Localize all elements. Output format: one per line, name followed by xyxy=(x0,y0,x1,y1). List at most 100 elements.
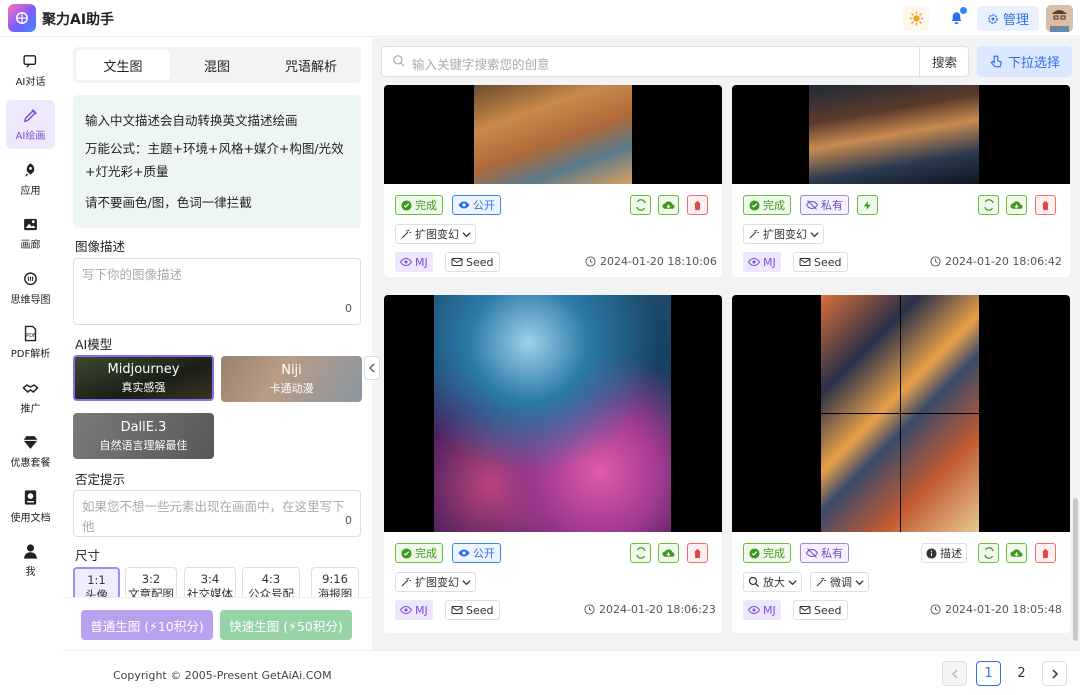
gallery-scrollbar[interactable] xyxy=(1073,498,1078,641)
sidebar: AI对话 AI绘画 应用 画廊 思维导图 PDF PDF解析 推广 优惠套餐 使… xyxy=(0,38,62,695)
extend-select[interactable]: 扩图变幻 xyxy=(395,224,476,244)
refresh-button[interactable] xyxy=(978,195,999,215)
mj-text: MJ xyxy=(763,603,776,617)
negative-label: 否定提示 xyxy=(75,472,126,487)
seed-text: Seed xyxy=(466,255,494,269)
sidebar-item-apps[interactable]: 应用 xyxy=(6,155,55,204)
size-option-4-3[interactable]: 4:3 公众号配图 xyxy=(242,567,300,601)
sidebar-item-label: 画廊 xyxy=(20,240,41,251)
sidebar-item-docs[interactable]: 使用文档 xyxy=(6,482,55,531)
size-option-3-2[interactable]: 3:2 文章配图 xyxy=(125,567,177,601)
sidebar-item-mindmap[interactable]: 思维导图 xyxy=(6,264,55,313)
next-page-button[interactable] xyxy=(1042,661,1067,686)
sidebar-item-me[interactable]: 我 xyxy=(6,536,55,585)
seed-button[interactable]: Seed xyxy=(793,600,848,620)
chevron-down-icon xyxy=(855,579,864,585)
eye-icon xyxy=(400,257,412,267)
theme-toggle-button[interactable] xyxy=(903,6,929,31)
refresh-button[interactable] xyxy=(978,543,999,563)
svg-text:PDF: PDF xyxy=(26,333,36,339)
sidebar-item-label: 优惠套餐 xyxy=(10,458,51,469)
image-description-input[interactable]: 写下你的图像描述 0 xyxy=(73,258,361,325)
sidebar-item-plans[interactable]: 优惠套餐 xyxy=(6,427,55,476)
model-midjourney[interactable]: Midjourney 真实感强 xyxy=(73,355,214,401)
model-dalle3[interactable]: DallE.3 自然语言理解最佳 xyxy=(73,413,214,459)
created-time: 2024-01-20 18:05:48 xyxy=(930,603,1062,616)
refresh-button[interactable] xyxy=(630,543,651,563)
refresh-button[interactable] xyxy=(630,195,651,215)
visibility-badge[interactable]: 公开 xyxy=(452,543,501,563)
generated-image[interactable] xyxy=(732,85,1070,184)
chevron-down-icon xyxy=(462,579,471,585)
status-badge: 完成 xyxy=(743,543,791,563)
tab-text-to-image[interactable]: 文生图 xyxy=(76,50,170,80)
magic-wand-icon xyxy=(816,577,826,587)
search-input[interactable]: 输入关键字搜索您的创意 xyxy=(412,54,550,73)
seed-button[interactable]: Seed xyxy=(793,252,848,272)
delete-button[interactable] xyxy=(687,543,708,563)
extend-select[interactable]: 扩图变幻 xyxy=(743,224,824,244)
seed-button[interactable]: Seed xyxy=(445,252,500,272)
notification-button[interactable] xyxy=(942,6,970,31)
describe-button[interactable]: 描述 xyxy=(921,543,967,563)
top-bar: 聚力AI助手 管理 xyxy=(0,0,1080,37)
visibility-badge[interactable]: 公开 xyxy=(452,195,501,215)
negative-prompt-input[interactable]: 如果您不想一些元素出现在画面中，在这里写下他 0 xyxy=(73,490,361,537)
download-button[interactable] xyxy=(1006,195,1027,215)
status-badge: 完成 xyxy=(395,195,443,215)
collapse-panel-button[interactable] xyxy=(364,356,380,380)
info-icon xyxy=(926,547,937,559)
user-avatar[interactable] xyxy=(1046,5,1073,32)
sidebar-item-pdf[interactable]: PDF PDF解析 xyxy=(6,318,55,367)
size-option-9-16[interactable]: 9:16 海报图 xyxy=(311,567,359,601)
gear-icon xyxy=(988,13,998,24)
generated-image[interactable] xyxy=(384,295,722,532)
size-option-1-1[interactable]: 1:1 头像 xyxy=(73,567,120,601)
size-ratio: 3:2 xyxy=(141,572,161,586)
tab-blend[interactable]: 混图 xyxy=(170,50,264,80)
time-text: 2024-01-20 18:10:06 xyxy=(600,255,717,268)
mail-icon xyxy=(451,258,463,266)
download-button[interactable] xyxy=(658,543,679,563)
extend-select[interactable]: 扩图变幻 xyxy=(395,572,476,592)
zoom-select[interactable]: 放大 xyxy=(743,572,802,592)
user-icon xyxy=(24,544,37,559)
delete-button[interactable] xyxy=(1035,195,1056,215)
model-name: DallE.3 xyxy=(120,419,167,435)
check-circle-icon xyxy=(401,547,412,559)
sidebar-item-promote[interactable]: 推广 xyxy=(6,373,55,422)
seed-text: Seed xyxy=(814,255,842,269)
prev-page-button[interactable] xyxy=(942,661,967,686)
generated-image[interactable] xyxy=(384,85,722,184)
manage-button[interactable]: 管理 xyxy=(977,6,1039,31)
seed-button[interactable]: Seed xyxy=(445,600,500,620)
size-option-3-4[interactable]: 3:4 社交媒体 xyxy=(184,567,236,601)
page-1-button[interactable]: 1 xyxy=(976,661,1001,686)
download-button[interactable] xyxy=(658,195,679,215)
dropdown-select-button[interactable]: 下拉选择 xyxy=(977,46,1072,77)
model-niji[interactable]: Niji 卡通动漫 xyxy=(221,356,362,402)
refresh-icon xyxy=(983,547,994,559)
delete-button[interactable] xyxy=(1035,543,1056,563)
page-2-button[interactable]: 2 xyxy=(1009,661,1034,686)
mail-icon xyxy=(799,258,811,266)
delete-button[interactable] xyxy=(687,195,708,215)
sidebar-item-gallery[interactable]: 画廊 xyxy=(6,209,55,258)
manage-label: 管理 xyxy=(1002,13,1029,28)
fine-tune-select[interactable]: 微调 xyxy=(810,572,869,592)
visibility-badge[interactable]: 私有 xyxy=(800,543,849,563)
normal-generate-button[interactable]: 普通生图 (⚡10积分) xyxy=(81,610,213,640)
tab-prompt-analysis[interactable]: 咒语解析 xyxy=(264,50,358,80)
sidebar-item-ai-chat[interactable]: AI对话 xyxy=(6,46,55,95)
desc-placeholder: 写下你的图像描述 xyxy=(82,267,183,282)
app-logo[interactable] xyxy=(8,4,36,32)
fast-generate-button[interactable]: 快速生图 (⚡50积分) xyxy=(220,610,352,640)
sidebar-item-ai-draw[interactable]: AI绘画 xyxy=(6,100,55,149)
time-text: 2024-01-20 18:05:48 xyxy=(945,603,1062,616)
magic-wand-icon xyxy=(401,577,411,587)
visibility-badge[interactable]: 私有 xyxy=(800,195,849,215)
generated-image[interactable] xyxy=(732,295,1070,532)
search-button[interactable]: 搜索 xyxy=(919,47,969,76)
visibility-text: 私有 xyxy=(821,547,843,560)
download-button[interactable] xyxy=(1006,543,1027,563)
